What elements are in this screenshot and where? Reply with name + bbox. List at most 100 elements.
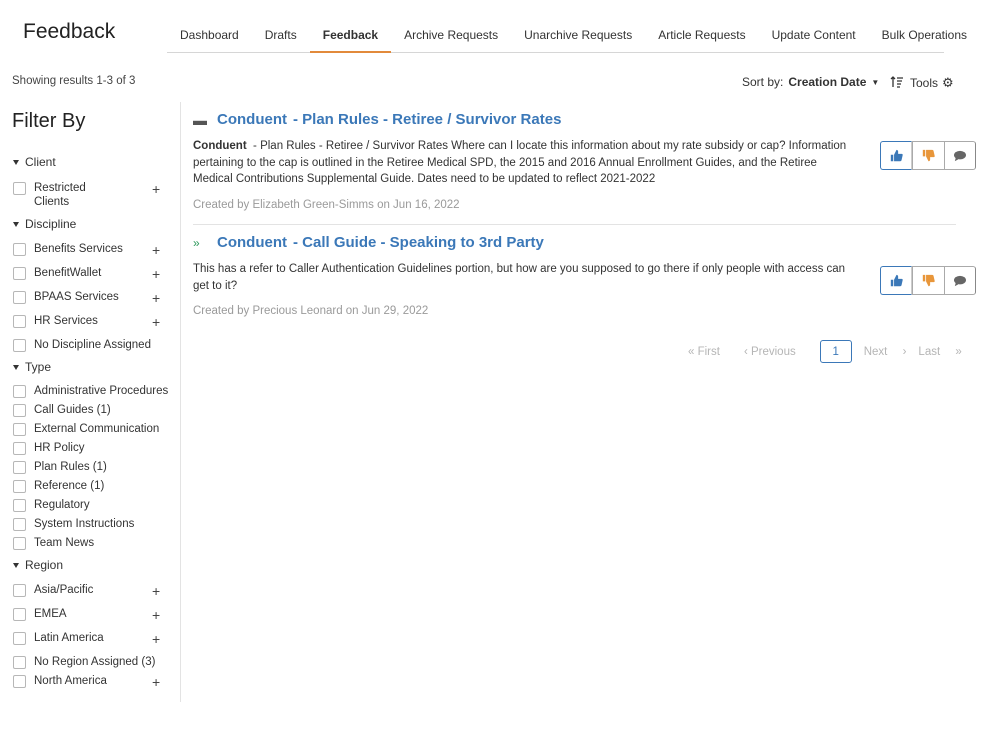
checkbox[interactable]	[13, 267, 26, 280]
expand-plus-icon[interactable]: +	[152, 267, 160, 281]
filter-option[interactable]: Latin America +	[13, 631, 173, 646]
pagination-first[interactable]: « First	[688, 346, 732, 358]
expand-plus-icon[interactable]: +	[152, 675, 160, 689]
filter-option[interactable]: EMEA +	[13, 607, 173, 622]
checkbox[interactable]	[13, 315, 26, 328]
filter-option-label: Call Guides (1)	[34, 404, 111, 416]
collapse-minus-icon[interactable]: ▬	[193, 112, 217, 128]
checkbox[interactable]	[13, 518, 26, 531]
checkbox[interactable]	[13, 182, 26, 195]
filter-group-region[interactable]: Region	[13, 555, 173, 575]
expand-plus-icon[interactable]: +	[152, 584, 160, 598]
tab-drafts[interactable]: Drafts	[252, 22, 310, 53]
thumbs-down-icon	[922, 149, 935, 162]
thumbs-down-icon	[922, 274, 935, 287]
filter-option[interactable]: No Region Assigned (3)	[13, 655, 173, 669]
filter-option[interactable]: Restricted Clients +	[13, 181, 173, 209]
checkbox[interactable]	[13, 499, 26, 512]
checkbox[interactable]	[13, 584, 26, 597]
pagination-previous[interactable]: ‹ Previous	[744, 346, 808, 358]
checkbox[interactable]	[13, 291, 26, 304]
caret-down-icon[interactable]	[13, 562, 19, 568]
checkbox[interactable]	[13, 385, 26, 398]
filter-option[interactable]: Regulatory	[13, 498, 173, 512]
item-title-text[interactable]: - Call Guide - Speaking to 3rd Party	[293, 234, 544, 251]
filter-option[interactable]: External Communication	[13, 422, 173, 436]
filter-option[interactable]: Call Guides (1)	[13, 403, 173, 417]
results-count: Showing results 1-3 of 3	[12, 75, 136, 87]
tab-bulk-operations[interactable]: Bulk Operations	[869, 22, 980, 53]
checkbox[interactable]	[13, 243, 26, 256]
checkbox[interactable]	[13, 461, 26, 474]
thumbs-down-button[interactable]	[912, 141, 944, 170]
tab-unarchive-requests[interactable]: Unarchive Requests	[511, 22, 645, 53]
caret-down-icon[interactable]	[13, 364, 19, 370]
filter-option[interactable]: BenefitWallet +	[13, 266, 173, 281]
checkbox[interactable]	[13, 339, 26, 352]
feedback-item-title[interactable]: Conduent - Call Guide - Speaking to 3rd P…	[217, 234, 544, 251]
tools-menu[interactable]: Tools ⚙	[910, 75, 954, 91]
sort-control[interactable]: Sort by: Creation Date ▼	[742, 75, 904, 89]
filter-option[interactable]: Plan Rules (1)	[13, 460, 173, 474]
filter-option[interactable]: HR Services +	[13, 314, 173, 329]
filter-option[interactable]: No Discipline Assigned	[13, 338, 173, 352]
checkbox[interactable]	[13, 656, 26, 669]
thumbs-down-button[interactable]	[912, 266, 944, 295]
thumbs-up-button[interactable]	[880, 141, 912, 170]
caret-down-icon[interactable]: ▼	[871, 78, 879, 87]
checkbox[interactable]	[13, 537, 26, 550]
expand-plus-icon[interactable]: +	[152, 182, 160, 196]
filter-option[interactable]: Team News	[13, 536, 173, 550]
feedback-actions	[880, 266, 976, 295]
item-client[interactable]: Conduent	[217, 234, 287, 251]
tab-feedback[interactable]: Feedback	[309, 22, 392, 53]
pagination-current-page[interactable]: 1	[819, 340, 852, 363]
comment-button[interactable]	[944, 266, 976, 295]
checkbox[interactable]	[13, 404, 26, 417]
checkbox[interactable]	[13, 442, 26, 455]
filter-option[interactable]: BPAAS Services +	[13, 290, 173, 305]
checkbox[interactable]	[13, 632, 26, 645]
item-title-text[interactable]: - Plan Rules - Retiree / Survivor Rates	[293, 111, 561, 128]
gear-icon[interactable]: ⚙	[942, 75, 954, 91]
tab-update-content[interactable]: Update Content	[759, 22, 869, 53]
expand-chevron-icon[interactable]: »	[193, 236, 217, 250]
filter-group-type[interactable]: Type	[13, 357, 173, 377]
filter-option[interactable]: North America +	[13, 674, 173, 689]
expand-plus-icon[interactable]: +	[152, 315, 160, 329]
caret-down-icon[interactable]	[13, 159, 19, 165]
comment-icon	[954, 275, 966, 286]
thumbs-up-button[interactable]	[880, 266, 912, 295]
expand-plus-icon[interactable]: +	[152, 291, 160, 305]
comment-button[interactable]	[944, 141, 976, 170]
filter-option-label: Latin America	[34, 632, 104, 644]
tools-label[interactable]: Tools	[910, 76, 938, 90]
checkbox[interactable]	[13, 480, 26, 493]
pagination-next[interactable]: Next ›	[864, 346, 907, 358]
sort-order-icon[interactable]	[890, 75, 904, 89]
sort-value[interactable]: Creation Date	[788, 75, 866, 89]
tab-dashboard[interactable]: Dashboard	[167, 22, 252, 53]
checkbox[interactable]	[13, 423, 26, 436]
filter-group-discipline[interactable]: Discipline	[13, 214, 173, 234]
expand-plus-icon[interactable]: +	[152, 243, 160, 257]
filter-option[interactable]: Asia/Pacific +	[13, 583, 173, 598]
feedback-item-title[interactable]: Conduent - Plan Rules - Retiree / Survivo…	[217, 111, 561, 128]
filter-option[interactable]: Administrative Procedures	[13, 384, 173, 398]
checkbox[interactable]	[13, 608, 26, 621]
tab-article-requests[interactable]: Article Requests	[645, 22, 758, 53]
expand-plus-icon[interactable]: +	[152, 608, 160, 622]
expand-plus-icon[interactable]: +	[152, 632, 160, 646]
filter-group-client[interactable]: Client	[13, 152, 173, 172]
pagination-last[interactable]: Last »	[918, 346, 961, 358]
filter-option[interactable]: Reference (1)	[13, 479, 173, 493]
item-client[interactable]: Conduent	[217, 111, 287, 128]
filter-option-label: No Discipline Assigned	[34, 339, 151, 351]
checkbox[interactable]	[13, 675, 26, 688]
pagination-last-label: Last	[918, 345, 941, 358]
filter-option[interactable]: HR Policy	[13, 441, 173, 455]
filter-option[interactable]: Benefits Services +	[13, 242, 173, 257]
tab-archive-requests[interactable]: Archive Requests	[391, 22, 511, 53]
filter-option[interactable]: System Instructions	[13, 517, 173, 531]
caret-down-icon[interactable]	[13, 221, 19, 227]
